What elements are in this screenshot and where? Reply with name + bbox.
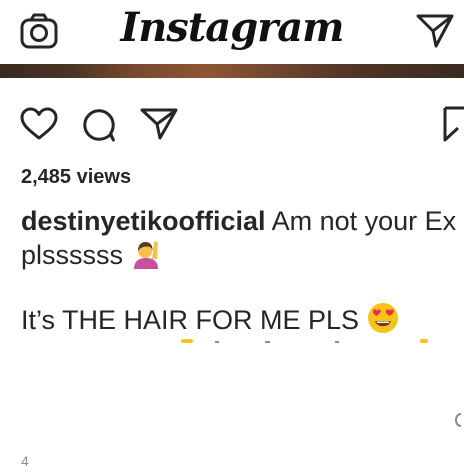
- small-heart-icon[interactable]: [452, 412, 464, 428]
- heart-eyes-emoji-icon: [367, 303, 398, 333]
- caption-username[interactable]: destinyetikoofficial: [21, 206, 266, 236]
- comment-icon[interactable]: [80, 106, 118, 144]
- post-caption: destinyetikoofficial Am not your Ex plss…: [21, 204, 461, 272]
- post-image-bottom-edge[interactable]: [0, 64, 464, 78]
- caption-second-line: It’s THE HAIR FOR ME PLS: [21, 302, 461, 337]
- caption-text-line-2: It’s THE HAIR FOR ME PLS: [21, 305, 360, 335]
- truncated-caption-fragment: [181, 339, 428, 343]
- view-count[interactable]: 2,485 views: [21, 166, 131, 189]
- app-logo: Instagram: [120, 4, 345, 51]
- bookmark-icon[interactable]: [442, 106, 464, 142]
- post-timestamp: 4: [21, 453, 29, 469]
- person-raising-hand-emoji-icon: [133, 241, 158, 269]
- heart-icon[interactable]: [20, 107, 58, 141]
- top-navigation-bar: Instagram: [0, 0, 464, 64]
- direct-message-icon[interactable]: [416, 14, 454, 48]
- share-icon[interactable]: [140, 108, 178, 140]
